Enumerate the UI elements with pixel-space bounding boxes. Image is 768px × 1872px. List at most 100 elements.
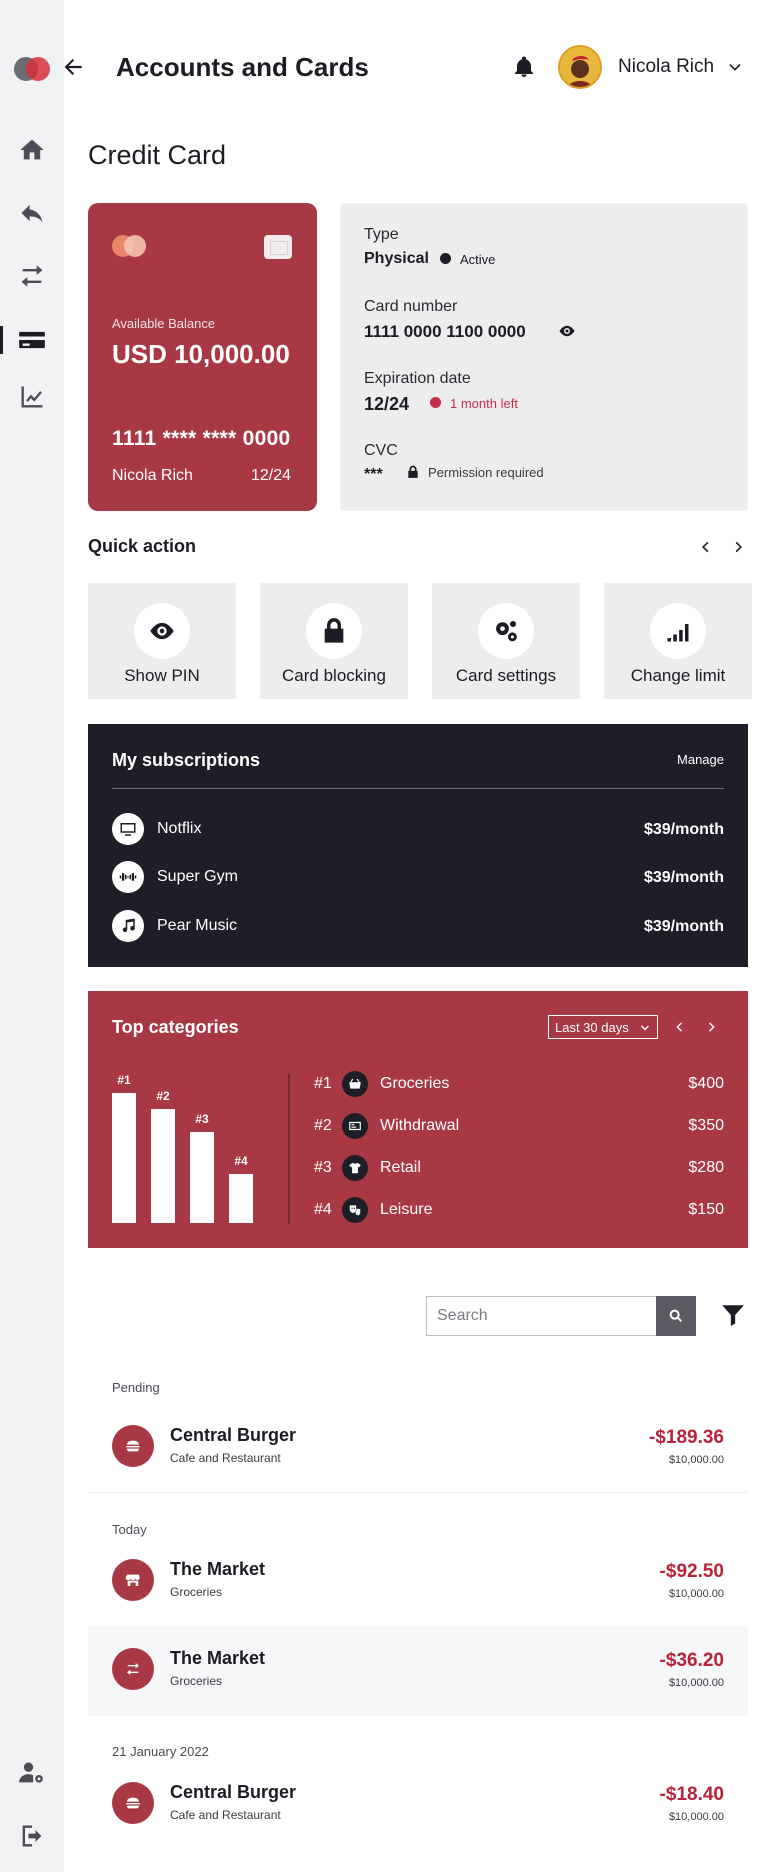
sidebar-item-cards[interactable] xyxy=(0,320,64,360)
category-name: Retail xyxy=(380,1159,421,1176)
category-bar xyxy=(112,1093,136,1223)
card-number-label: Card number xyxy=(364,298,458,315)
subscription-item[interactable]: Super Gym $39/month xyxy=(112,861,724,895)
transaction-balance: $10,000.00 xyxy=(668,1454,724,1466)
search-button[interactable] xyxy=(656,1296,696,1336)
signal-icon xyxy=(667,624,689,642)
cvc-value: *** xyxy=(364,466,383,483)
card-number: 1111 **** **** 0000 xyxy=(112,427,291,450)
eye-icon[interactable] xyxy=(558,322,576,340)
monitor-icon xyxy=(120,823,136,836)
category-rank: #2 xyxy=(314,1117,332,1134)
category-bar-label: #1 xyxy=(117,1073,131,1087)
status-dot xyxy=(440,253,451,264)
lock-icon xyxy=(408,465,418,478)
search-icon xyxy=(669,1309,683,1323)
credit-card[interactable]: Available Balance USD 10,000.00 1111 ***… xyxy=(88,203,317,511)
transaction-row[interactable]: The Market Groceries -$92.50 $10,000.00 xyxy=(88,1537,748,1627)
transaction-amount: -$92.50 xyxy=(659,1561,724,1582)
transaction-category: Cafe and Restaurant xyxy=(170,1451,281,1465)
sidebar-item-transfer[interactable] xyxy=(0,256,64,296)
reply-icon xyxy=(21,204,43,223)
chevron-down-icon xyxy=(640,1025,650,1031)
gears-icon xyxy=(496,620,517,642)
type-label: Type xyxy=(364,226,399,243)
header: Accounts and Cards Nicola Rich xyxy=(64,44,748,92)
transaction-category: Groceries xyxy=(170,1674,223,1688)
expiration-note: 1 month left xyxy=(450,396,518,411)
search-bar xyxy=(426,1296,700,1336)
subscription-price: $39/month xyxy=(643,918,724,935)
quick-action-show-pin[interactable]: Show PIN xyxy=(88,583,236,699)
category-row[interactable]: #4 Leisure $150 xyxy=(314,1197,724,1225)
basket-icon xyxy=(349,1078,361,1089)
section-title: Credit Card xyxy=(88,140,227,170)
category-row[interactable]: #3 Retail $280 xyxy=(314,1155,724,1183)
subscription-item[interactable]: Notflix $39/month xyxy=(112,813,724,847)
category-bar-label: #4 xyxy=(234,1154,248,1168)
filter-icon[interactable] xyxy=(720,1302,746,1328)
period-select[interactable]: Last 30 days xyxy=(548,1015,658,1039)
category-row[interactable]: #1 Groceries $400 xyxy=(314,1071,724,1099)
quick-action-card-settings[interactable]: Card settings xyxy=(432,583,580,699)
chevron-left-icon[interactable] xyxy=(696,538,714,556)
category-bar-label: #2 xyxy=(156,1089,170,1103)
transaction-row[interactable]: Central Burger Cafe and Restaurant -$189… xyxy=(88,1403,748,1493)
chevron-right-icon[interactable] xyxy=(704,1019,720,1035)
burger-icon xyxy=(126,1440,140,1452)
group-label: Today xyxy=(112,1522,147,1537)
chevron-left-icon[interactable] xyxy=(671,1019,687,1035)
warning-dot xyxy=(430,397,441,408)
lock-icon xyxy=(324,618,344,643)
category-row[interactable]: #2 Withdrawal $350 xyxy=(314,1113,724,1141)
logo xyxy=(14,57,50,81)
card-number-value: 1111 0000 1100 0000 xyxy=(364,322,526,341)
sidebar xyxy=(0,0,64,1872)
transaction-category: Groceries xyxy=(170,1585,223,1599)
transaction-balance: $10,000.00 xyxy=(668,1677,724,1689)
transaction-row[interactable]: The Market Groceries -$36.20 $10,000.00 xyxy=(88,1626,748,1716)
transaction-category: Cafe and Restaurant xyxy=(170,1808,281,1822)
card-balance: USD 10,000.00 xyxy=(112,339,290,369)
cash-icon xyxy=(349,1121,361,1131)
type-value: Physical xyxy=(364,250,429,267)
subscription-price: $39/month xyxy=(643,821,724,838)
music-icon xyxy=(122,918,135,933)
sidebar-item-analytics[interactable] xyxy=(0,377,64,417)
divider xyxy=(88,1492,748,1493)
transaction-name: The Market xyxy=(170,1648,266,1668)
sidebar-item-user-settings[interactable] xyxy=(0,1753,64,1793)
chevron-down-icon[interactable] xyxy=(726,58,744,76)
chart-icon xyxy=(21,386,43,408)
quick-action-label: Card settings xyxy=(455,666,557,685)
bell-icon[interactable] xyxy=(512,55,536,79)
top-categories-panel: Top categories Last 30 days #1 #2 #3 #4 #1 … xyxy=(88,991,748,1248)
category-amount: $400 xyxy=(688,1075,724,1092)
sidebar-item-logout[interactable] xyxy=(0,1816,64,1856)
transaction-amount: -$36.20 xyxy=(659,1650,724,1671)
search-input[interactable] xyxy=(426,1296,658,1336)
back-arrow-icon[interactable] xyxy=(60,54,86,80)
transaction-balance: $10,000.00 xyxy=(668,1811,724,1823)
category-name: Withdrawal xyxy=(380,1117,460,1134)
status-badge: Active xyxy=(460,252,496,267)
user-name[interactable]: Nicola Rich xyxy=(618,56,714,78)
category-bar xyxy=(229,1174,253,1223)
sidebar-item-reply[interactable] xyxy=(0,193,64,233)
quick-action-title: Quick action xyxy=(88,536,197,556)
transaction-name: Central Burger xyxy=(170,1782,297,1802)
transaction-row[interactable]: Central Burger Cafe and Restaurant -$18.… xyxy=(88,1760,748,1850)
page-title: Accounts and Cards xyxy=(116,52,369,82)
user-gear-icon xyxy=(19,1762,43,1783)
quick-action-card-blocking[interactable]: Card blocking xyxy=(260,583,408,699)
manage-link[interactable]: Manage xyxy=(677,752,724,767)
category-amount: $150 xyxy=(688,1201,724,1218)
quick-action-change-limit[interactable]: Change limit xyxy=(604,583,752,699)
divider xyxy=(112,788,724,789)
sidebar-item-home[interactable] xyxy=(0,130,64,170)
chevron-right-icon[interactable] xyxy=(730,538,748,556)
transaction-name: The Market xyxy=(170,1559,266,1579)
subscription-item[interactable]: Pear Music $39/month xyxy=(112,910,724,944)
avatar[interactable] xyxy=(558,45,602,89)
group-label: Pending xyxy=(112,1380,160,1395)
